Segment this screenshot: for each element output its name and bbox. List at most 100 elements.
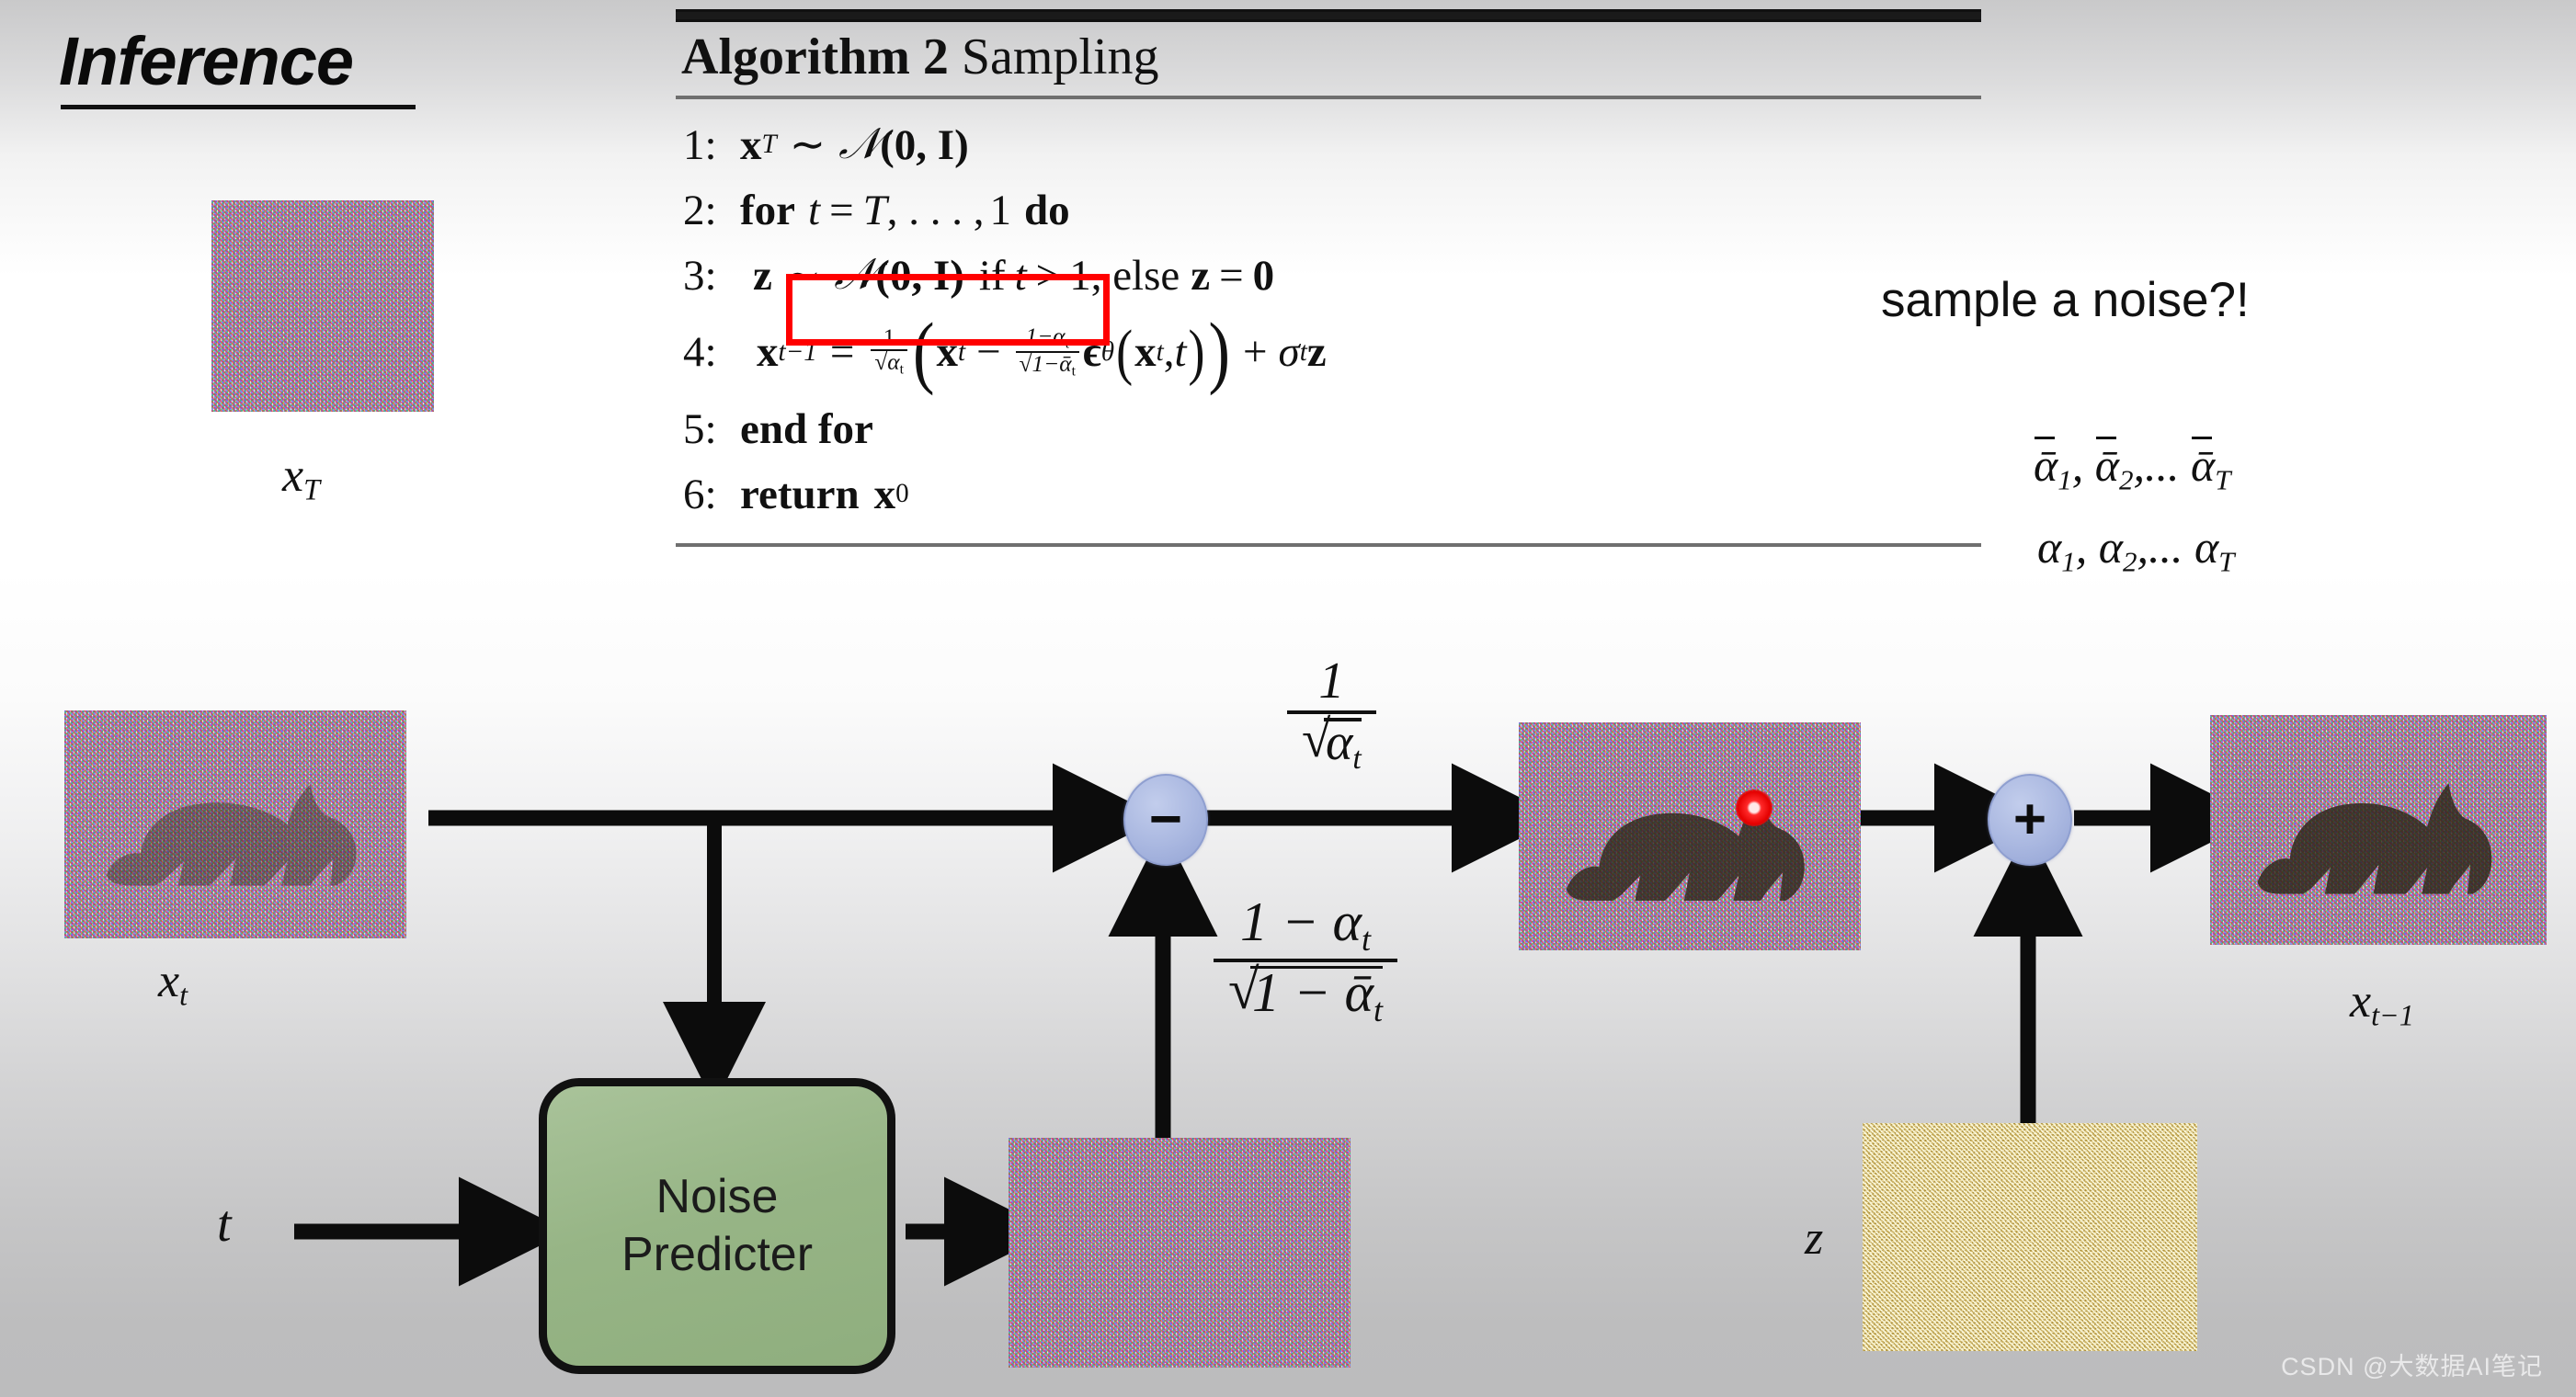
image-label-x-t-minus-1: xt−1: [2350, 974, 2414, 1033]
line4-frac1-num: 1: [883, 324, 895, 351]
line4-sigma: σ: [1278, 328, 1300, 376]
cat-silhouette-icon-3: [2244, 743, 2513, 917]
alphabar-T: ᾱ: [2191, 437, 2216, 491]
scale-fraction-den-sub: t: [1352, 742, 1362, 777]
label-x-t-sub: t: [179, 978, 188, 1012]
noise-fraction-num-sub: t: [1361, 920, 1371, 958]
line3-dist: 𝒩: [834, 251, 876, 299]
line4-eps: ϵ: [1082, 328, 1101, 376]
line3-else: , else: [1090, 251, 1180, 300]
line4-frac2-den: √1−ᾱt: [1015, 351, 1079, 379]
image-tile-z-noise: [1863, 1123, 2197, 1351]
line3-eq: =: [1219, 251, 1244, 300]
operator-plus-node[interactable]: +: [1988, 774, 2072, 866]
image-tile-x-t-minus-1: [2210, 715, 2547, 945]
title-underline: [61, 105, 416, 109]
line4-noise-fraction: 1−αt √1−ᾱt: [1015, 324, 1079, 380]
line4-eps-close: ): [1188, 317, 1205, 387]
algorithm-line-1: 1: xT ∼ 𝒩 (0, I): [683, 112, 1981, 177]
line-number-3: 3:: [683, 251, 717, 300]
algorithm-line-4: 4: x t−1 = 1 √αt ( xt − 1−αt √1−ᾱt ϵθ ( x…: [683, 306, 1981, 397]
annotation-alpha-bar-sequence: ᾱ1, ᾱ2,... ᾱT: [2034, 437, 2231, 496]
scale-fraction-numerator: 1: [1318, 653, 1345, 710]
line6-x-sub: 0: [895, 479, 909, 508]
line6-return: return: [740, 470, 860, 518]
line4-eps-x: x: [1134, 328, 1157, 376]
line4-eps-comma: ,: [1163, 328, 1175, 376]
algorithm-top-rule: [676, 9, 1981, 22]
line-number-2: 2:: [683, 186, 717, 234]
operator-minus-node[interactable]: −: [1123, 774, 1208, 866]
noise-coefficient-fraction: 1 − αt 1 − ᾱt: [1214, 892, 1397, 1028]
line2-T: T: [862, 186, 887, 234]
label-xtm1-base: x: [2350, 975, 2372, 1028]
alphabar-2: ᾱ: [2094, 437, 2119, 491]
line4-sigma-sub: t: [1299, 336, 1307, 367]
line4-frac1-den: √αt: [871, 349, 907, 379]
line4-frac2-num: 1−αt: [1022, 324, 1074, 352]
line-number-4: 4:: [683, 328, 717, 376]
alpha-T-sub: T: [2218, 545, 2235, 578]
algorithm-caption-rest: Sampling: [961, 28, 1159, 85]
line2-one: 1: [989, 186, 1011, 234]
line4-eps-t: t: [1174, 328, 1187, 376]
line4-lhs-sub: t−1: [778, 336, 817, 367]
annotation-alpha-sequence: α1, α2,... αT: [2037, 520, 2235, 578]
line4-eps-open: (: [1116, 317, 1134, 387]
line-number-1: 1:: [683, 120, 717, 169]
cat-silhouette-icon-2: [1553, 755, 1827, 924]
alpha-T: α: [2194, 521, 2219, 573]
alphabar-2-sub: 2: [2119, 463, 2134, 496]
noise-predicter-box[interactable]: Noise Predicter: [539, 1078, 895, 1374]
line1-sim: ∼: [789, 121, 826, 169]
line2-eq: =: [829, 186, 854, 234]
slide-canvas: Inference Algorithm 2 Sampling 1: xT ∼ 𝒩…: [0, 0, 2576, 1397]
line4-close-paren: ): [1208, 306, 1230, 397]
line4-plus: +: [1242, 328, 1268, 376]
alpha-sep-2: ,...: [2137, 521, 2194, 573]
line1-args: (0, I): [880, 120, 969, 169]
algorithm-line-2: 2: for t = T , . . . , 1 do: [683, 177, 1981, 243]
line4-eps-sub: θ: [1100, 336, 1115, 367]
line-number-5: 5:: [683, 404, 717, 453]
line4-z: z: [1306, 328, 1327, 376]
line4-lhs: x: [757, 328, 779, 376]
line4-frac2-num-sub: t: [1065, 335, 1070, 352]
algorithm-line-6: 6: return x0: [683, 461, 1981, 527]
line3-one: 1: [1069, 251, 1091, 300]
image-tile-denoised-mid: [1519, 722, 1861, 950]
line4-open-paren: (: [912, 306, 935, 397]
line3-gt: >: [1035, 251, 1061, 300]
line4-frac1-den-sub: t: [899, 362, 904, 379]
alpha-1: α: [2037, 521, 2062, 573]
line3-args: (0, I): [875, 251, 964, 300]
algorithm-bottom-rule: [676, 543, 1981, 547]
input-label-t: t: [217, 1196, 232, 1253]
alphabar-T-sub: T: [2215, 463, 2231, 496]
alpha-sep-1: ,: [2075, 521, 2099, 573]
noise-fraction-denominator: 1 − ᾱt: [1214, 958, 1397, 1028]
line1-x-sub: T: [761, 130, 777, 159]
algorithm-mid-rule: [676, 96, 1981, 99]
line3-sim: ∼: [784, 252, 822, 300]
line3-z2: z: [1191, 251, 1211, 300]
line3-t: t: [1014, 251, 1027, 300]
image-tile-x-T: [211, 200, 434, 412]
noise-fraction-den-root: 1 − ᾱ: [1252, 961, 1373, 1023]
label-x-T-base: x: [282, 449, 304, 502]
alpha-1-sub: 1: [2061, 545, 2076, 578]
image-tile-predicted-noise: [1009, 1138, 1351, 1368]
noise-fraction-numerator: 1 − αt: [1225, 892, 1385, 959]
label-x-T-sub: T: [303, 472, 321, 506]
algorithm-lines: 1: xT ∼ 𝒩 (0, I) 2: for t = T , . . . , …: [683, 112, 1981, 527]
image-label-x-t: xt: [158, 954, 188, 1013]
alphabar-1-sub: 1: [2057, 463, 2072, 496]
image-label-x-T: xT: [282, 449, 320, 507]
algorithm-caption: Algorithm 2 Sampling: [681, 28, 1981, 86]
line1-dist: 𝒩: [838, 120, 881, 168]
sqrt-icon: αt: [1302, 712, 1362, 777]
line4-frac2-den-txt: √1−ᾱ: [1019, 351, 1072, 377]
noise-predicter-line-1: Noise: [655, 1169, 779, 1223]
line3-zero: 0: [1252, 251, 1275, 300]
line4-scale-fraction: 1 √αt: [871, 324, 907, 379]
